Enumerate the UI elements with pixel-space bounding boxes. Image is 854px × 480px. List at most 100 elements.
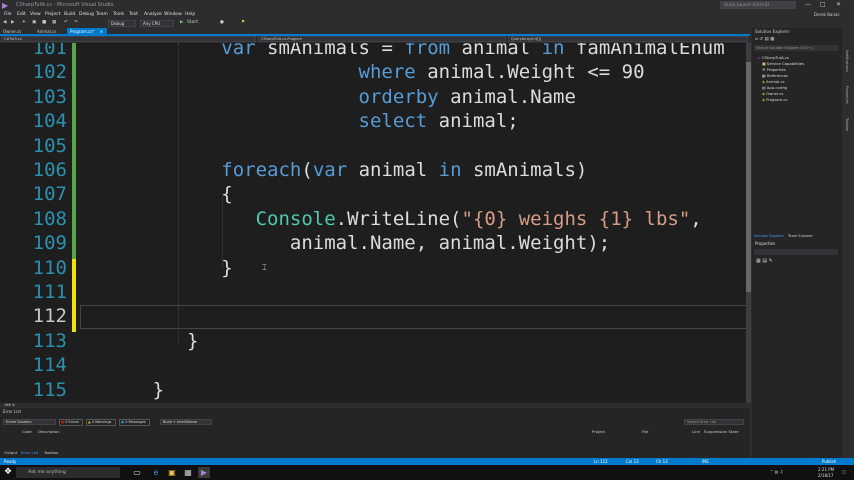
system-tray-icons[interactable]: ⌃ ▤ ♫ — [770, 469, 783, 474]
quick-launch-input[interactable]: Quick Launch (Ctrl+Q) — [720, 1, 796, 9]
new-project-icon[interactable]: ✦ — [22, 20, 26, 25]
menu-debug[interactable]: Debug — [79, 12, 94, 17]
error-scope-dropdown[interactable]: Entire Solution — [3, 419, 56, 425]
windows-start-icon[interactable]: ❖ — [4, 468, 12, 477]
file-explorer-icon[interactable]: ▣ — [166, 467, 178, 478]
column-line[interactable]: Line — [692, 429, 700, 434]
menu-build[interactable]: Build — [64, 12, 75, 17]
code-line[interactable]: orderby animal.Name — [84, 86, 576, 108]
back-icon[interactable]: ◀ — [3, 20, 6, 25]
tab-animal-cs[interactable]: Animal.cs — [34, 28, 66, 35]
status-column[interactable]: Col 13 — [626, 458, 639, 465]
tab-program-cs[interactable]: Program.cs* ✕ — [67, 28, 107, 35]
column-code[interactable]: Code — [22, 429, 32, 434]
configuration-dropdown[interactable]: Debug — [108, 20, 136, 27]
menu-project[interactable]: Project — [45, 12, 60, 17]
notifications-icon[interactable]: □ — [842, 469, 846, 474]
menu-tools[interactable]: Tools — [113, 12, 124, 17]
bookmark-icon[interactable]: ⚑ — [241, 20, 245, 25]
code-line[interactable]: { — [84, 183, 232, 205]
editor-scrollbar-thumb[interactable] — [746, 62, 751, 292]
status-insert-mode[interactable]: INS — [702, 458, 709, 465]
minimize-icon[interactable]: — — [805, 1, 811, 8]
open-file-icon[interactable]: ▣ — [32, 20, 36, 25]
solution-search-input[interactable]: Search Solution Explorer (Ctrl+;) — [754, 45, 838, 51]
tab-owner-cs[interactable]: Owner.cs — [0, 28, 33, 35]
maximize-icon[interactable]: □ — [820, 1, 826, 8]
code-line[interactable]: Console.WriteLine("{0} weighs {1} lbs", — [84, 208, 702, 230]
error-list-search-input[interactable]: Search Error List — [684, 419, 744, 425]
start-icon[interactable]: ▶ — [180, 20, 183, 25]
notifications-tab[interactable]: Notifications — [845, 50, 849, 72]
menu-view[interactable]: View — [30, 12, 41, 17]
forward-icon[interactable]: ▶ — [11, 20, 14, 25]
messages-filter-button[interactable]: ● 0 Messages — [119, 419, 150, 426]
properties-toolbar-icons[interactable]: ▦ ▤ ✎ — [756, 258, 773, 264]
start-button[interactable]: Start — [187, 20, 198, 25]
edge-browser-icon[interactable]: e — [150, 467, 162, 478]
menu-test[interactable]: Test — [129, 12, 138, 17]
menu-window[interactable]: Window — [164, 12, 182, 17]
save-icon[interactable]: ■ — [42, 20, 46, 25]
toolbar-tool-icon[interactable]: ● — [220, 20, 224, 25]
user-name[interactable]: Derek Banas — [814, 12, 839, 17]
tab-close-icon[interactable]: ✕ — [100, 29, 103, 34]
clock-date[interactable]: 2/18/17 — [818, 473, 833, 478]
menu-edit[interactable]: Edit — [17, 12, 26, 17]
solution-tree-item[interactable]: ▣ CSharpTutA.cs — [757, 55, 789, 60]
errors-filter-button[interactable]: ● 0 Errors — [59, 419, 83, 426]
solution-tree-item[interactable]: ⚒ Properties — [762, 67, 786, 72]
code-line[interactable]: var smAnimals = from animal in famAnimal… — [84, 43, 724, 59]
code-line[interactable]: select animal; — [84, 110, 519, 132]
menu-file[interactable]: File — [4, 12, 12, 17]
visual-studio-taskbar-icon[interactable]: ▶ — [198, 467, 210, 478]
solution-tree-item[interactable]: ◆ Owner.cs — [762, 91, 783, 96]
properties-object-dropdown[interactable] — [754, 249, 838, 255]
redo-icon[interactable]: ↷ — [74, 20, 78, 25]
store-icon[interactable]: ▦ — [182, 467, 194, 478]
status-line[interactable]: Ln 112 — [594, 458, 608, 465]
build-filter-dropdown[interactable]: Build + IntelliSense — [160, 419, 212, 425]
code-editor[interactable]: 101 102 103 104 105 106 107 108 109 110 111 112 113 1… — [0, 43, 748, 403]
member-dropdown[interactable]: QueryArray(int[]) — [508, 36, 748, 42]
code-line[interactable]: where animal.Weight <= 90 — [84, 61, 645, 83]
tab-output[interactable]: Output — [4, 450, 17, 455]
tab-toolbox[interactable]: Toolbox — [44, 450, 58, 455]
solution-tree-item[interactable]: ■ Service Capabilities — [762, 61, 804, 66]
project-dropdown[interactable]: C#Tut5.cs — [1, 36, 256, 42]
solution-tree-item[interactable]: ◆ Animal.cs — [762, 79, 785, 84]
warnings-filter-button[interactable]: ▲ 0 Warnings — [86, 419, 116, 426]
solution-tree-item[interactable]: ◆ Program.cs — [762, 97, 787, 102]
taskbar-search-input[interactable]: Ask me anything — [16, 467, 120, 478]
code-line[interactable]: foreach(var animal in smAnimals) — [84, 159, 587, 181]
tab-solution-explorer[interactable]: Solution Explorer — [754, 234, 784, 238]
column-description[interactable]: Description — [38, 429, 60, 434]
task-view-icon[interactable]: ▭ — [131, 467, 143, 478]
column-file[interactable]: File — [642, 429, 648, 434]
solution-tree-item[interactable]: ▦ References — [762, 73, 788, 78]
tab-team-explorer[interactable]: Team Explorer — [788, 234, 813, 238]
menu-help[interactable]: Help — [185, 12, 195, 17]
properties-tab[interactable]: Properties — [845, 86, 849, 104]
undo-icon[interactable]: ↶ — [64, 20, 68, 25]
toolbox-tab[interactable]: Toolbox — [845, 118, 849, 131]
zoom-level[interactable]: 166 % — [4, 403, 15, 407]
class-dropdown[interactable]: CSharpTutA.cs.Program — [258, 36, 506, 42]
solution-explorer-toolbar-icons[interactable]: ⌂ ↺ ▤ ▦ — [755, 37, 774, 42]
code-line[interactable]: animal.Name, animal.Weight); — [84, 232, 610, 254]
code-line[interactable]: } — [84, 257, 232, 279]
clock-time[interactable]: 2:21 PM — [818, 467, 834, 472]
platform-dropdown[interactable]: Any CPU — [140, 20, 174, 27]
code-line[interactable]: } — [84, 330, 198, 352]
save-all-icon[interactable]: ▦ — [52, 20, 56, 25]
menu-team[interactable]: Team — [96, 12, 108, 17]
status-char[interactable]: Ch 13 — [656, 458, 668, 465]
menu-analyze[interactable]: Analyze — [144, 12, 162, 17]
code-line[interactable]: } — [84, 379, 164, 401]
tab-error-list[interactable]: Error List — [21, 450, 38, 455]
close-icon[interactable]: ✕ — [836, 1, 841, 8]
column-project[interactable]: Project — [592, 429, 605, 434]
status-publish[interactable]: Publish — [822, 458, 836, 465]
solution-tree-item[interactable]: ▤ App.config — [762, 85, 787, 90]
column-suppression-state[interactable]: Suppression State — [704, 429, 738, 434]
